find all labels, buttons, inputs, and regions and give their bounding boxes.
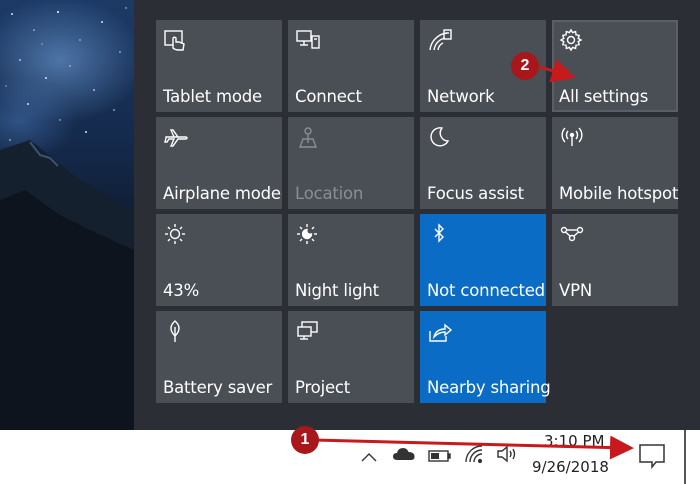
tile-bluetooth[interactable]: Not connected: [420, 214, 546, 306]
tile-label: Night light: [295, 281, 379, 300]
tile-label: VPN: [559, 281, 592, 300]
tile-brightness[interactable]: 43%: [156, 214, 282, 306]
action-center-panel: Tablet mode Connect Network All settings…: [134, 0, 700, 430]
tile-tablet-mode[interactable]: Tablet mode: [156, 20, 282, 112]
moon-icon: [427, 125, 453, 151]
bluetooth-icon: [427, 222, 453, 248]
tile-mobile-hotspot[interactable]: Mobile hotspot: [552, 117, 678, 209]
tile-label: 43%: [163, 281, 200, 300]
tile-airplane-mode[interactable]: Airplane mode: [156, 117, 282, 209]
tile-label: Project: [295, 378, 351, 397]
tile-battery-saver[interactable]: Battery saver: [156, 311, 282, 403]
airplane-icon: [163, 125, 189, 151]
clock-time[interactable]: 3:10 PM: [544, 432, 604, 450]
tile-label: Not connected: [427, 281, 545, 300]
action-center-icon: [639, 444, 665, 470]
clock-date[interactable]: 9/26/2018: [532, 458, 609, 476]
taskbar: 3:10 PM 9/26/2018: [0, 430, 700, 484]
tile-location[interactable]: Location: [288, 117, 414, 209]
tile-connect[interactable]: Connect: [288, 20, 414, 112]
tile-vpn[interactable]: VPN: [552, 214, 678, 306]
tile-label: Mobile hotspot: [559, 184, 679, 203]
tile-label: Network: [427, 87, 495, 106]
tile-project[interactable]: Project: [288, 311, 414, 403]
action-center-button[interactable]: [632, 436, 672, 476]
tile-night-light[interactable]: Night light: [288, 214, 414, 306]
battery-icon[interactable]: [428, 448, 452, 467]
tile-label: All settings: [559, 87, 649, 106]
chevron-up-icon[interactable]: [360, 448, 378, 467]
gear-icon: [559, 28, 585, 54]
tile-label: Connect: [295, 87, 362, 106]
wifi-icon[interactable]: [464, 444, 486, 468]
volume-icon[interactable]: [496, 444, 518, 468]
tile-label: Airplane mode: [163, 184, 281, 203]
onedrive-cloud-icon[interactable]: [392, 446, 416, 466]
tile-all-settings[interactable]: All settings: [552, 20, 678, 112]
tile-label: Battery saver: [163, 378, 273, 397]
tile-label: Nearby sharing: [427, 378, 551, 397]
nearby-sharing-icon: [427, 319, 453, 345]
connect-icon: [295, 28, 321, 54]
step-1-callout: 1: [291, 426, 319, 454]
step-2-callout: 2: [511, 52, 539, 80]
tile-label: Location: [295, 184, 364, 203]
tile-nearby-sharing[interactable]: Nearby sharing: [420, 311, 551, 403]
show-desktop-divider[interactable]: [684, 430, 686, 484]
network-icon: [427, 28, 453, 54]
tile-label: Focus assist: [427, 184, 524, 203]
project-icon: [295, 319, 321, 345]
hotspot-icon: [559, 125, 585, 151]
battery-saver-icon: [163, 319, 189, 345]
night-light-icon: [295, 222, 321, 248]
mountain-silhouette: [0, 140, 134, 430]
tile-label: Tablet mode: [163, 87, 262, 106]
location-icon: [295, 125, 321, 151]
vpn-icon: [559, 222, 585, 248]
brightness-icon: [163, 222, 189, 248]
tile-focus-assist[interactable]: Focus assist: [420, 117, 546, 209]
tablet-mode-icon: [163, 28, 189, 54]
